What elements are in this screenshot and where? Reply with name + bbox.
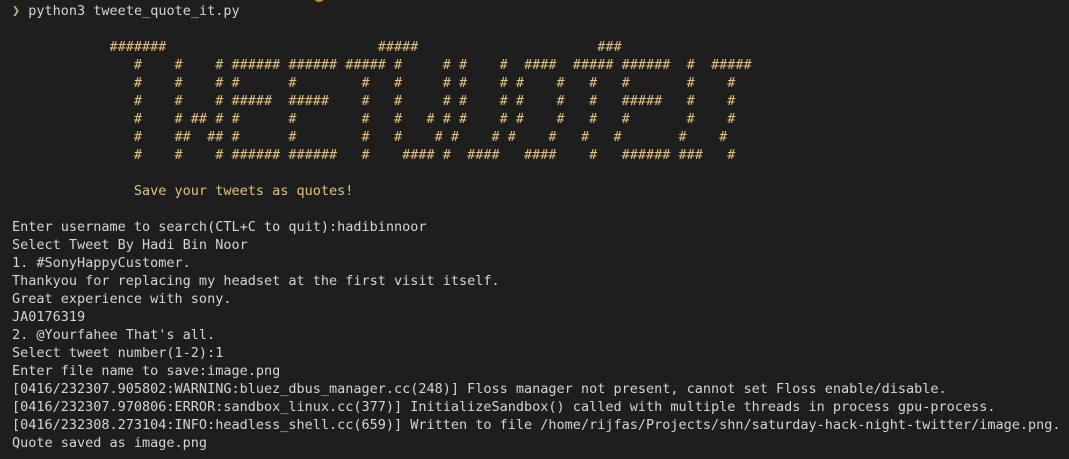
ascii-banner: ####### ##### ### # # # ###### ###### ##… xyxy=(12,38,1069,164)
log-line-error: [0416/232307.970806:ERROR:sandbox_linux.… xyxy=(12,399,996,415)
banner-line: ####### ##### ### xyxy=(12,39,622,55)
banner-line: # # # # # # # # # # # # # # # # xyxy=(12,75,736,91)
output-line: Enter file name to save:image.png xyxy=(12,363,281,379)
output-line: JA0176319 xyxy=(12,309,86,325)
terminal-window[interactable]: ❯ python3 tweete_quote_it.py ####### ###… xyxy=(0,0,1069,459)
output-line: Thankyou for replacing my headset at the… xyxy=(12,273,500,289)
output-line: Select tweet number(1-2):1 xyxy=(12,345,224,361)
command-line: ❯ python3 tweete_quote_it.py xyxy=(12,2,1069,20)
banner-line: # # # ###### ###### ##### # # # # #### #… xyxy=(12,57,752,73)
banner-line: # # ## # # # # # # # # # # # # # # # xyxy=(12,111,736,127)
output-line: Select Tweet By Hadi Bin Noor xyxy=(12,237,248,253)
output-line: 1. #SonyHappyCustomer. xyxy=(12,255,191,271)
output-line: Enter username to search(CTL+C to quit):… xyxy=(12,219,427,235)
log-line-warning: [0416/232307.905802:WARNING:bluez_dbus_m… xyxy=(12,381,947,397)
banner-line: # # # ###### ###### # #### # #### #### #… xyxy=(12,147,736,163)
banner-tagline: Save your tweets as quotes! xyxy=(12,183,354,199)
program-output: Enter username to search(CTL+C to quit):… xyxy=(12,218,1069,452)
output-line: Great experience with sony. xyxy=(12,291,232,307)
log-line-info: [0416/232308.273104:INFO:headless_shell.… xyxy=(12,417,1061,433)
output-line: 2. @Yourfahee That's all. xyxy=(12,327,216,343)
banner-line: # ## ## # # # # # # # # # # # # # xyxy=(12,129,728,145)
command-text: python3 tweete_quote_it.py xyxy=(28,3,240,19)
prompt-arrow-icon: ❯ xyxy=(12,3,21,19)
banner-line: # # # ##### ##### # # # # # # # # ##### … xyxy=(12,93,736,109)
output-line: Quote saved as image.png xyxy=(12,435,208,451)
